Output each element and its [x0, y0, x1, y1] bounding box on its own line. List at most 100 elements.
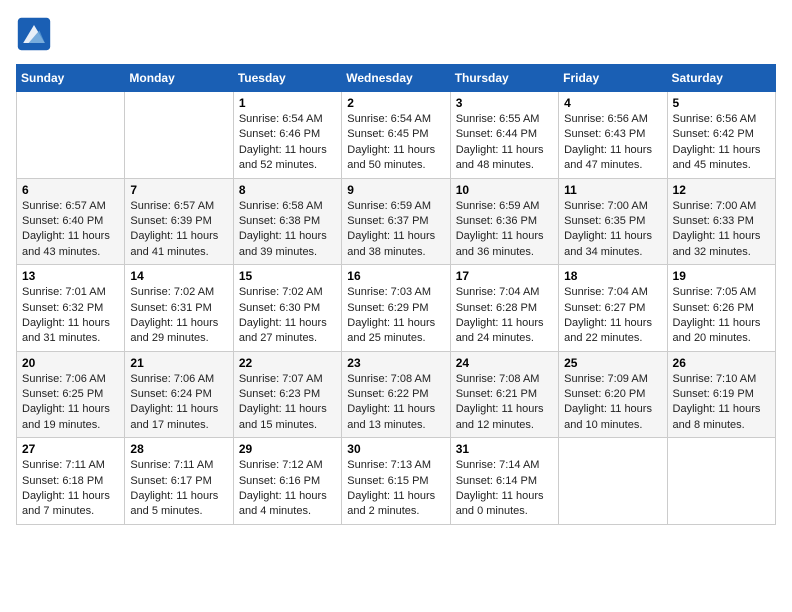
- week-row-5: 27 Sunrise: 7:11 AMSunset: 6:18 PMDaylig…: [17, 438, 776, 525]
- calendar-cell: 29 Sunrise: 7:12 AMSunset: 6:16 PMDaylig…: [233, 438, 341, 525]
- day-number: 18: [564, 269, 661, 283]
- calendar-cell: [559, 438, 667, 525]
- calendar-cell: 27 Sunrise: 7:11 AMSunset: 6:18 PMDaylig…: [17, 438, 125, 525]
- day-info: Sunrise: 7:04 AMSunset: 6:27 PMDaylight:…: [564, 286, 652, 344]
- day-number: 20: [22, 356, 119, 370]
- calendar-cell: 15 Sunrise: 7:02 AMSunset: 6:30 PMDaylig…: [233, 265, 341, 352]
- calendar-cell: 14 Sunrise: 7:02 AMSunset: 6:31 PMDaylig…: [125, 265, 233, 352]
- day-number: 30: [347, 442, 444, 456]
- day-number: 22: [239, 356, 336, 370]
- calendar-cell: 10 Sunrise: 6:59 AMSunset: 6:36 PMDaylig…: [450, 178, 558, 265]
- day-info: Sunrise: 6:58 AMSunset: 6:38 PMDaylight:…: [239, 200, 327, 258]
- calendar-cell: 5 Sunrise: 6:56 AMSunset: 6:42 PMDayligh…: [667, 92, 775, 179]
- weekday-header-monday: Monday: [125, 65, 233, 92]
- calendar-cell: 3 Sunrise: 6:55 AMSunset: 6:44 PMDayligh…: [450, 92, 558, 179]
- weekday-header-wednesday: Wednesday: [342, 65, 450, 92]
- day-number: 15: [239, 269, 336, 283]
- day-info: Sunrise: 7:04 AMSunset: 6:28 PMDaylight:…: [456, 286, 544, 344]
- day-number: 23: [347, 356, 444, 370]
- day-info: Sunrise: 7:07 AMSunset: 6:23 PMDaylight:…: [239, 373, 327, 431]
- calendar-cell: 12 Sunrise: 7:00 AMSunset: 6:33 PMDaylig…: [667, 178, 775, 265]
- calendar-cell: 9 Sunrise: 6:59 AMSunset: 6:37 PMDayligh…: [342, 178, 450, 265]
- calendar-cell: 21 Sunrise: 7:06 AMSunset: 6:24 PMDaylig…: [125, 351, 233, 438]
- day-number: 1: [239, 96, 336, 110]
- calendar-cell: 2 Sunrise: 6:54 AMSunset: 6:45 PMDayligh…: [342, 92, 450, 179]
- day-number: 31: [456, 442, 553, 456]
- page-header: [16, 16, 776, 52]
- day-number: 4: [564, 96, 661, 110]
- day-number: 27: [22, 442, 119, 456]
- day-info: Sunrise: 6:54 AMSunset: 6:46 PMDaylight:…: [239, 113, 327, 171]
- calendar-cell: [125, 92, 233, 179]
- calendar-cell: 4 Sunrise: 6:56 AMSunset: 6:43 PMDayligh…: [559, 92, 667, 179]
- week-row-3: 13 Sunrise: 7:01 AMSunset: 6:32 PMDaylig…: [17, 265, 776, 352]
- day-number: 21: [130, 356, 227, 370]
- day-number: 17: [456, 269, 553, 283]
- day-info: Sunrise: 7:00 AMSunset: 6:35 PMDaylight:…: [564, 200, 652, 258]
- day-number: 7: [130, 183, 227, 197]
- calendar-cell: 30 Sunrise: 7:13 AMSunset: 6:15 PMDaylig…: [342, 438, 450, 525]
- day-number: 28: [130, 442, 227, 456]
- day-info: Sunrise: 7:02 AMSunset: 6:30 PMDaylight:…: [239, 286, 327, 344]
- day-number: 29: [239, 442, 336, 456]
- day-number: 19: [673, 269, 770, 283]
- calendar-cell: 16 Sunrise: 7:03 AMSunset: 6:29 PMDaylig…: [342, 265, 450, 352]
- weekday-header-sunday: Sunday: [17, 65, 125, 92]
- day-info: Sunrise: 6:59 AMSunset: 6:36 PMDaylight:…: [456, 200, 544, 258]
- day-info: Sunrise: 7:10 AMSunset: 6:19 PMDaylight:…: [673, 373, 761, 431]
- day-number: 8: [239, 183, 336, 197]
- day-number: 10: [456, 183, 553, 197]
- calendar-cell: 18 Sunrise: 7:04 AMSunset: 6:27 PMDaylig…: [559, 265, 667, 352]
- calendar-cell: 8 Sunrise: 6:58 AMSunset: 6:38 PMDayligh…: [233, 178, 341, 265]
- day-info: Sunrise: 7:11 AMSunset: 6:18 PMDaylight:…: [22, 459, 110, 517]
- day-number: 6: [22, 183, 119, 197]
- day-info: Sunrise: 6:56 AMSunset: 6:42 PMDaylight:…: [673, 113, 761, 171]
- day-number: 2: [347, 96, 444, 110]
- weekday-header-thursday: Thursday: [450, 65, 558, 92]
- calendar-cell: 19 Sunrise: 7:05 AMSunset: 6:26 PMDaylig…: [667, 265, 775, 352]
- calendar-cell: 17 Sunrise: 7:04 AMSunset: 6:28 PMDaylig…: [450, 265, 558, 352]
- calendar-cell: 25 Sunrise: 7:09 AMSunset: 6:20 PMDaylig…: [559, 351, 667, 438]
- day-number: 26: [673, 356, 770, 370]
- weekday-header-friday: Friday: [559, 65, 667, 92]
- weekday-header-tuesday: Tuesday: [233, 65, 341, 92]
- day-info: Sunrise: 6:56 AMSunset: 6:43 PMDaylight:…: [564, 113, 652, 171]
- calendar-cell: [17, 92, 125, 179]
- day-info: Sunrise: 7:12 AMSunset: 6:16 PMDaylight:…: [239, 459, 327, 517]
- day-info: Sunrise: 7:00 AMSunset: 6:33 PMDaylight:…: [673, 200, 761, 258]
- day-number: 3: [456, 96, 553, 110]
- week-row-1: 1 Sunrise: 6:54 AMSunset: 6:46 PMDayligh…: [17, 92, 776, 179]
- logo-icon: [16, 16, 52, 52]
- day-info: Sunrise: 7:02 AMSunset: 6:31 PMDaylight:…: [130, 286, 218, 344]
- day-info: Sunrise: 7:01 AMSunset: 6:32 PMDaylight:…: [22, 286, 110, 344]
- day-number: 12: [673, 183, 770, 197]
- day-number: 13: [22, 269, 119, 283]
- calendar-cell: 31 Sunrise: 7:14 AMSunset: 6:14 PMDaylig…: [450, 438, 558, 525]
- day-number: 5: [673, 96, 770, 110]
- day-info: Sunrise: 7:09 AMSunset: 6:20 PMDaylight:…: [564, 373, 652, 431]
- day-info: Sunrise: 7:05 AMSunset: 6:26 PMDaylight:…: [673, 286, 761, 344]
- weekday-header-saturday: Saturday: [667, 65, 775, 92]
- calendar: SundayMondayTuesdayWednesdayThursdayFrid…: [16, 64, 776, 525]
- calendar-cell: 6 Sunrise: 6:57 AMSunset: 6:40 PMDayligh…: [17, 178, 125, 265]
- calendar-cell: 24 Sunrise: 7:08 AMSunset: 6:21 PMDaylig…: [450, 351, 558, 438]
- calendar-cell: [667, 438, 775, 525]
- day-info: Sunrise: 7:14 AMSunset: 6:14 PMDaylight:…: [456, 459, 544, 517]
- day-info: Sunrise: 7:08 AMSunset: 6:22 PMDaylight:…: [347, 373, 435, 431]
- calendar-cell: 7 Sunrise: 6:57 AMSunset: 6:39 PMDayligh…: [125, 178, 233, 265]
- day-info: Sunrise: 6:54 AMSunset: 6:45 PMDaylight:…: [347, 113, 435, 171]
- day-number: 16: [347, 269, 444, 283]
- logo: [16, 16, 56, 52]
- week-row-4: 20 Sunrise: 7:06 AMSunset: 6:25 PMDaylig…: [17, 351, 776, 438]
- calendar-cell: 13 Sunrise: 7:01 AMSunset: 6:32 PMDaylig…: [17, 265, 125, 352]
- day-info: Sunrise: 7:06 AMSunset: 6:24 PMDaylight:…: [130, 373, 218, 431]
- calendar-cell: 23 Sunrise: 7:08 AMSunset: 6:22 PMDaylig…: [342, 351, 450, 438]
- day-info: Sunrise: 7:06 AMSunset: 6:25 PMDaylight:…: [22, 373, 110, 431]
- day-info: Sunrise: 7:11 AMSunset: 6:17 PMDaylight:…: [130, 459, 218, 517]
- calendar-cell: 28 Sunrise: 7:11 AMSunset: 6:17 PMDaylig…: [125, 438, 233, 525]
- calendar-cell: 1 Sunrise: 6:54 AMSunset: 6:46 PMDayligh…: [233, 92, 341, 179]
- calendar-cell: 26 Sunrise: 7:10 AMSunset: 6:19 PMDaylig…: [667, 351, 775, 438]
- day-info: Sunrise: 6:57 AMSunset: 6:39 PMDaylight:…: [130, 200, 218, 258]
- calendar-cell: 11 Sunrise: 7:00 AMSunset: 6:35 PMDaylig…: [559, 178, 667, 265]
- day-info: Sunrise: 6:59 AMSunset: 6:37 PMDaylight:…: [347, 200, 435, 258]
